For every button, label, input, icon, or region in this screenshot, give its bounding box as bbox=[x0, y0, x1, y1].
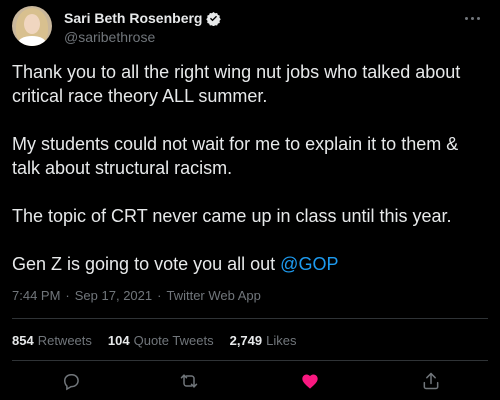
tweet-header: Sari Beth Rosenberg @saribethrose bbox=[12, 6, 488, 52]
tweet-paragraph: Thank you to all the right wing nut jobs… bbox=[12, 62, 461, 106]
retweets-stat[interactable]: 854 Retweets bbox=[12, 333, 92, 348]
retweet-button[interactable] bbox=[178, 372, 200, 394]
heart-icon bbox=[300, 371, 320, 396]
reply-icon bbox=[61, 371, 81, 396]
author-block: Sari Beth Rosenberg @saribethrose bbox=[64, 9, 222, 45]
likes-count: 2,749 bbox=[229, 333, 263, 348]
tweet-detail: Sari Beth Rosenberg @saribethrose Thank … bbox=[0, 0, 500, 400]
like-button[interactable] bbox=[299, 372, 321, 394]
tweet-actions bbox=[12, 370, 488, 396]
more-options-icon[interactable] bbox=[460, 10, 484, 26]
meta-separator: · bbox=[157, 288, 162, 303]
avatar[interactable] bbox=[12, 6, 52, 46]
likes-stat[interactable]: 2,749 Likes bbox=[230, 333, 297, 348]
verified-badge-icon bbox=[206, 11, 222, 26]
display-name[interactable]: Sari Beth Rosenberg bbox=[64, 10, 202, 26]
tweet-stats: 854 Retweets 104 Quote Tweets 2,749 Like… bbox=[12, 333, 297, 348]
tweet-date[interactable]: Sep 17, 2021 bbox=[75, 288, 152, 303]
more-dot bbox=[464, 16, 468, 20]
divider bbox=[12, 318, 488, 319]
display-name-row: Sari Beth Rosenberg bbox=[64, 9, 222, 27]
quote-tweets-stat[interactable]: 104 Quote Tweets bbox=[108, 333, 214, 348]
meta-separator: · bbox=[65, 288, 70, 303]
share-button[interactable] bbox=[420, 372, 442, 394]
more-dot bbox=[476, 16, 480, 20]
tweet-client[interactable]: Twitter Web App bbox=[166, 288, 260, 303]
more-dot bbox=[470, 16, 474, 20]
reply-button[interactable] bbox=[60, 372, 82, 394]
quote-tweets-count: 104 bbox=[107, 333, 130, 348]
share-icon bbox=[421, 371, 441, 396]
tweet-text: Thank you to all the right wing nut jobs… bbox=[12, 60, 490, 276]
retweet-icon bbox=[179, 371, 199, 396]
avatar-shirt bbox=[18, 36, 46, 46]
tweet-paragraph-text: Gen Z is going to vote you all out bbox=[12, 254, 276, 274]
tweet-paragraph: The topic of CRT never came up in class … bbox=[12, 206, 452, 226]
tweet-meta: 7:44 PM · Sep 17, 2021 · Twitter Web App bbox=[12, 288, 261, 303]
mention-link[interactable]: @GOP bbox=[280, 254, 338, 274]
divider bbox=[12, 360, 488, 361]
tweet-paragraph-last: Gen Z is going to vote you all out @GOP bbox=[12, 252, 490, 276]
retweets-label: Retweets bbox=[37, 333, 92, 348]
retweets-count: 854 bbox=[12, 333, 34, 348]
quote-tweets-label: Quote Tweets bbox=[133, 333, 214, 348]
handle[interactable]: @saribethrose bbox=[64, 29, 221, 45]
likes-label: Likes bbox=[266, 333, 297, 348]
tweet-paragraph: My students could not wait for me to exp… bbox=[12, 134, 459, 178]
tweet-time[interactable]: 7:44 PM bbox=[12, 288, 60, 303]
avatar-face bbox=[24, 14, 40, 34]
